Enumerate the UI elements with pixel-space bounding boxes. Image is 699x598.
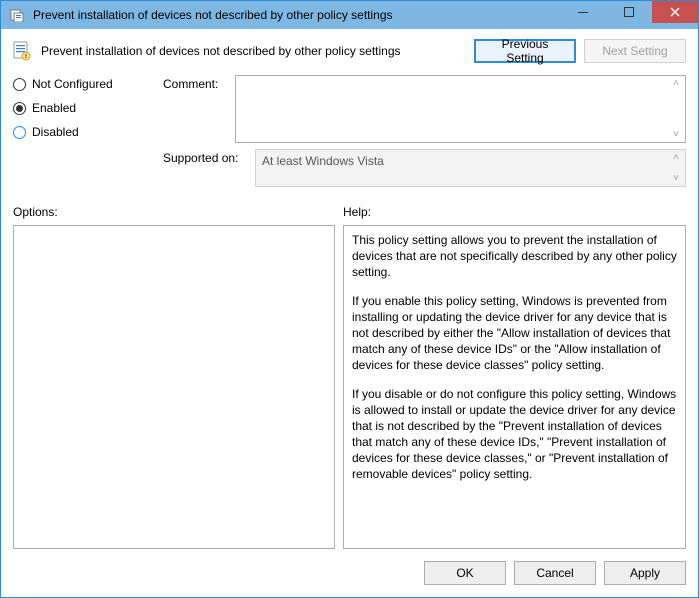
supported-label: Supported on: (163, 149, 255, 165)
window-title: Prevent installation of devices not desc… (33, 8, 393, 22)
help-label: Help: (343, 205, 686, 219)
options-panel[interactable] (13, 225, 335, 549)
titlebar[interactable]: Prevent installation of devices not desc… (1, 1, 698, 29)
supported-on-box: At least Windows Vista ˄ ˅ (255, 149, 686, 187)
comment-textarea[interactable]: ˄ ˅ (235, 75, 686, 143)
chevron-down-icon: ˅ (669, 173, 683, 184)
help-panel[interactable]: This policy setting allows you to preven… (343, 225, 686, 549)
scroll-arrows: ˄ ˅ (669, 78, 683, 140)
maximize-button[interactable] (606, 1, 652, 23)
close-button[interactable] (652, 1, 698, 23)
supported-value: At least Windows Vista (262, 154, 384, 168)
radio-label: Not Configured (32, 77, 113, 91)
state-radio-group: Not Configured Enabled Disabled (13, 75, 163, 139)
header-row: Prevent installation of devices not desc… (13, 39, 686, 63)
chevron-down-icon[interactable]: ˅ (669, 129, 683, 140)
cancel-button[interactable]: Cancel (514, 561, 596, 585)
policy-dialog: Prevent installation of devices not desc… (0, 0, 699, 598)
apply-button[interactable]: Apply (604, 561, 686, 585)
radio-circle-icon (13, 78, 26, 91)
radio-label: Disabled (32, 125, 79, 139)
window-controls (560, 1, 698, 23)
dialog-buttons: OK Cancel Apply (13, 549, 686, 585)
radio-circle-icon (13, 102, 26, 115)
fields-column: Comment: ˄ ˅ Supported on: At least Wind… (163, 75, 686, 193)
policy-title: Prevent installation of devices not desc… (39, 44, 466, 58)
options-column: Options: (13, 205, 335, 549)
lower-panels: Options: Help: This policy setting allow… (13, 205, 686, 549)
minimize-button[interactable] (560, 1, 606, 23)
help-column: Help: This policy setting allows you to … (343, 205, 686, 549)
radio-circle-icon (13, 126, 26, 139)
ok-button[interactable]: OK (424, 561, 506, 585)
content-area: Prevent installation of devices not desc… (1, 29, 698, 597)
help-paragraph: If you disable or do not configure this … (352, 386, 677, 483)
scroll-arrows: ˄ ˅ (669, 152, 683, 184)
chevron-up-icon[interactable]: ˄ (669, 78, 683, 89)
radio-label: Enabled (32, 101, 76, 115)
supported-row: Supported on: At least Windows Vista ˄ ˅ (163, 149, 686, 187)
previous-setting-button[interactable]: Previous Setting (474, 39, 576, 63)
policy-icon (13, 41, 31, 61)
help-paragraph: If you enable this policy setting, Windo… (352, 293, 677, 374)
radio-enabled[interactable]: Enabled (13, 101, 163, 115)
comment-label: Comment: (163, 75, 235, 91)
help-paragraph: This policy setting allows you to preven… (352, 232, 677, 281)
config-row: Not Configured Enabled Disabled Comment: (13, 75, 686, 193)
chevron-up-icon: ˄ (669, 152, 683, 163)
comment-row: Comment: ˄ ˅ (163, 75, 686, 143)
app-icon (9, 7, 25, 23)
radio-disabled[interactable]: Disabled (13, 125, 163, 139)
next-setting-button: Next Setting (584, 39, 686, 63)
radio-not-configured[interactable]: Not Configured (13, 77, 163, 91)
options-label: Options: (13, 205, 335, 219)
